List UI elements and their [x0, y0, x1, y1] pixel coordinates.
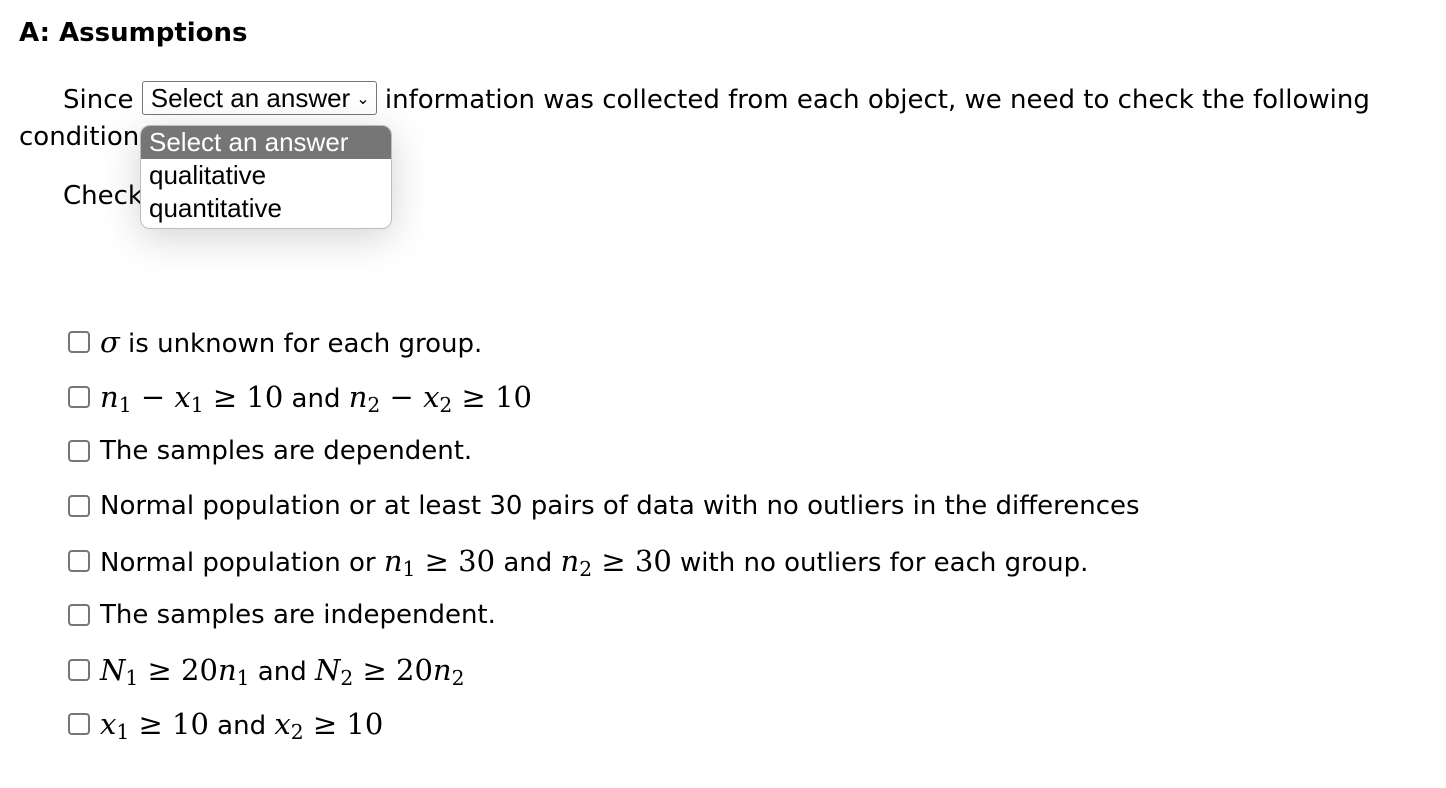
text: The samples are independent.	[100, 600, 496, 631]
text: and	[283, 383, 349, 414]
condition-label: x1 ≥ 10 and x2 ≥ 10	[100, 707, 384, 745]
option-qualitative[interactable]: qualitative	[141, 159, 391, 192]
condition-item[interactable]: The samples are dependent.	[68, 424, 1140, 479]
condition-item[interactable]: σ is unknown for each group.	[68, 315, 1140, 370]
condition-checkbox[interactable]	[68, 495, 90, 518]
chevron-down-icon: ⌄	[356, 90, 370, 108]
condition-item[interactable]: x1 ≥ 10 and x2 ≥ 10	[68, 697, 1140, 752]
condition-checkbox[interactable]	[68, 604, 90, 627]
condition-label: N1 ≥ 20n1 and N2 ≥ 20n2	[100, 652, 465, 690]
section-heading: A: Assumptions	[19, 18, 248, 48]
text: Normal population or	[100, 547, 384, 578]
math-expression: N2 ≥ 20n2	[314, 652, 465, 690]
select-dropdown-menu: Select an answer qualitative quantitativ…	[140, 125, 392, 229]
condition-item[interactable]: n1 − x1 ≥ 10 and n2 − x2 ≥ 10	[68, 370, 1140, 425]
text-after-select: information was collected from each obje…	[384, 85, 1370, 115]
condition-label: Normal population or at least 30 pairs o…	[100, 491, 1140, 521]
text: with no outliers for each group.	[671, 547, 1089, 578]
math-expression: N1 ≥ 20n1	[100, 652, 250, 690]
text: and	[208, 711, 275, 742]
conditions-list: σ is unknown for each group. n1 − x1 ≥ 10…	[68, 315, 1140, 752]
condition-label: σ is unknown for each group.	[100, 325, 482, 359]
math-expression: σ	[100, 325, 120, 360]
condition-label: The samples are independent.	[100, 600, 496, 630]
math-expression: n1 ≥ 30	[383, 543, 496, 581]
text: and	[495, 547, 561, 578]
math-expression: n1 − x1 ≥ 10	[100, 379, 284, 417]
condition-item[interactable]: The samples are independent.	[68, 588, 1140, 643]
condition-checkbox[interactable]	[68, 658, 90, 681]
text: is unknown for each group.	[119, 329, 483, 360]
math-expression: x1 ≥ 10	[100, 707, 209, 745]
text: The samples are dependent.	[100, 436, 473, 467]
option-select-an-answer[interactable]: Select an answer	[141, 126, 391, 159]
answer-select[interactable]: Select an answer ⌄	[141, 80, 377, 115]
condition-checkbox[interactable]	[68, 440, 90, 463]
condition-checkbox[interactable]	[68, 385, 90, 408]
condition-checkbox[interactable]	[68, 713, 90, 736]
condition-label: n1 − x1 ≥ 10 and n2 − x2 ≥ 10	[100, 379, 532, 417]
condition-item[interactable]: N1 ≥ 20n1 and N2 ≥ 20n2	[68, 643, 1140, 698]
option-quantitative[interactable]: quantitative	[141, 192, 391, 225]
text: Normal population or at least 30 pairs o…	[100, 491, 1140, 522]
condition-item[interactable]: Normal population or n1 ≥ 30 and n2 ≥ 30…	[68, 533, 1140, 588]
math-expression: n2 − x2 ≥ 10	[348, 379, 532, 417]
condition-checkbox[interactable]	[68, 549, 90, 572]
text-before-select: Since	[63, 85, 134, 115]
text: and	[249, 656, 315, 687]
condition-label: Normal population or n1 ≥ 30 and n2 ≥ 30…	[100, 543, 1089, 581]
select-value: Select an answer	[150, 82, 351, 113]
math-expression: x2 ≥ 10	[274, 707, 384, 745]
condition-label: The samples are dependent.	[100, 436, 472, 466]
condition-item[interactable]: Normal population or at least 30 pairs o…	[68, 479, 1140, 534]
math-expression: n2 ≥ 30	[560, 543, 672, 581]
condition-checkbox[interactable]	[68, 331, 90, 354]
